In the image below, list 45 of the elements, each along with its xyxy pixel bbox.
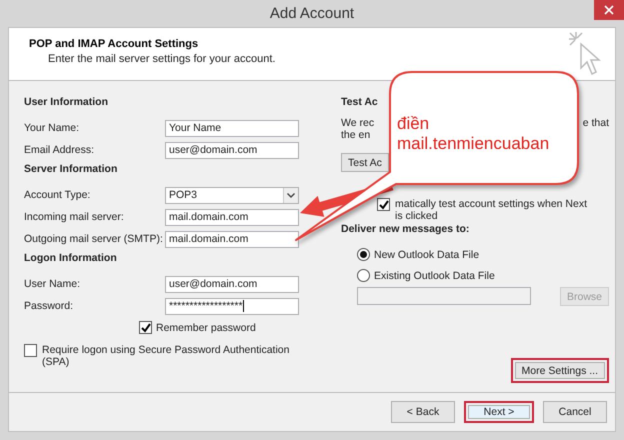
section-heading: Logon Information (24, 252, 118, 266)
close-icon (604, 5, 614, 15)
page-subtitle: Enter the mail server settings for your account. (47, 53, 276, 65)
checkbox-label: Remember password (156, 322, 256, 334)
checkbox[interactable] (377, 198, 390, 211)
dialog-button[interactable]: < Back (391, 401, 455, 423)
text-field[interactable]: mail.domain.com (165, 208, 299, 226)
field-label: Incoming mail server: (24, 211, 125, 223)
radio-label: New Outlook Data File (374, 248, 480, 260)
dialog-button[interactable]: Next > (464, 401, 534, 423)
test-settings-button[interactable]: Test Ac (341, 153, 389, 172)
field-label: Password: (24, 300, 74, 312)
account-type-dropdown[interactable]: POP3 (165, 186, 299, 204)
text-field[interactable]: user@domain.com (165, 142, 299, 158)
callout-text: điền mail.tenmiencuaban (397, 114, 550, 154)
section-heading: User Information (24, 96, 110, 110)
checkbox[interactable] (24, 344, 37, 357)
checkbox-label: Require logon using Secure Password Authentication (SPA) (42, 344, 290, 368)
field-label: User Name: (24, 278, 82, 290)
field-label: Outgoing mail server (SMTP): (24, 233, 164, 245)
checkbox-label: matically test account settings when Next is clicked (395, 198, 588, 222)
password-field[interactable]: ****************** (165, 298, 299, 314)
radio-label: Existing Outlook Data File (374, 270, 495, 282)
field-label: Account Type: (24, 189, 92, 201)
text-field[interactable]: mail.domain.com (165, 230, 299, 248)
field-label: Your Name: (24, 122, 80, 134)
description-text: the en (341, 129, 372, 141)
section-heading: Test Ac (341, 96, 379, 110)
section-heading: Deliver new messages to: (341, 223, 470, 237)
file-path-field[interactable] (357, 287, 531, 305)
text-field[interactable]: Your Name (165, 120, 299, 136)
page-title: POP and IMAP Account Settings (29, 38, 200, 50)
radio-button[interactable] (357, 269, 370, 282)
checkbox[interactable] (139, 321, 152, 334)
chevron-down-icon (287, 192, 295, 198)
description-text: We rec (341, 117, 374, 129)
description-text: e that (582, 117, 609, 129)
field-label: Email Address: (24, 144, 96, 156)
close-button[interactable] (594, 0, 624, 20)
section-heading: Server Information (24, 163, 118, 177)
window-title: Add Account (270, 5, 354, 22)
radio-button[interactable] (357, 248, 370, 261)
dialog-button[interactable]: Cancel (543, 401, 607, 423)
more-settings-button[interactable]: More Settings ... (510, 358, 609, 383)
text-field[interactable]: user@domain.com (165, 276, 299, 292)
